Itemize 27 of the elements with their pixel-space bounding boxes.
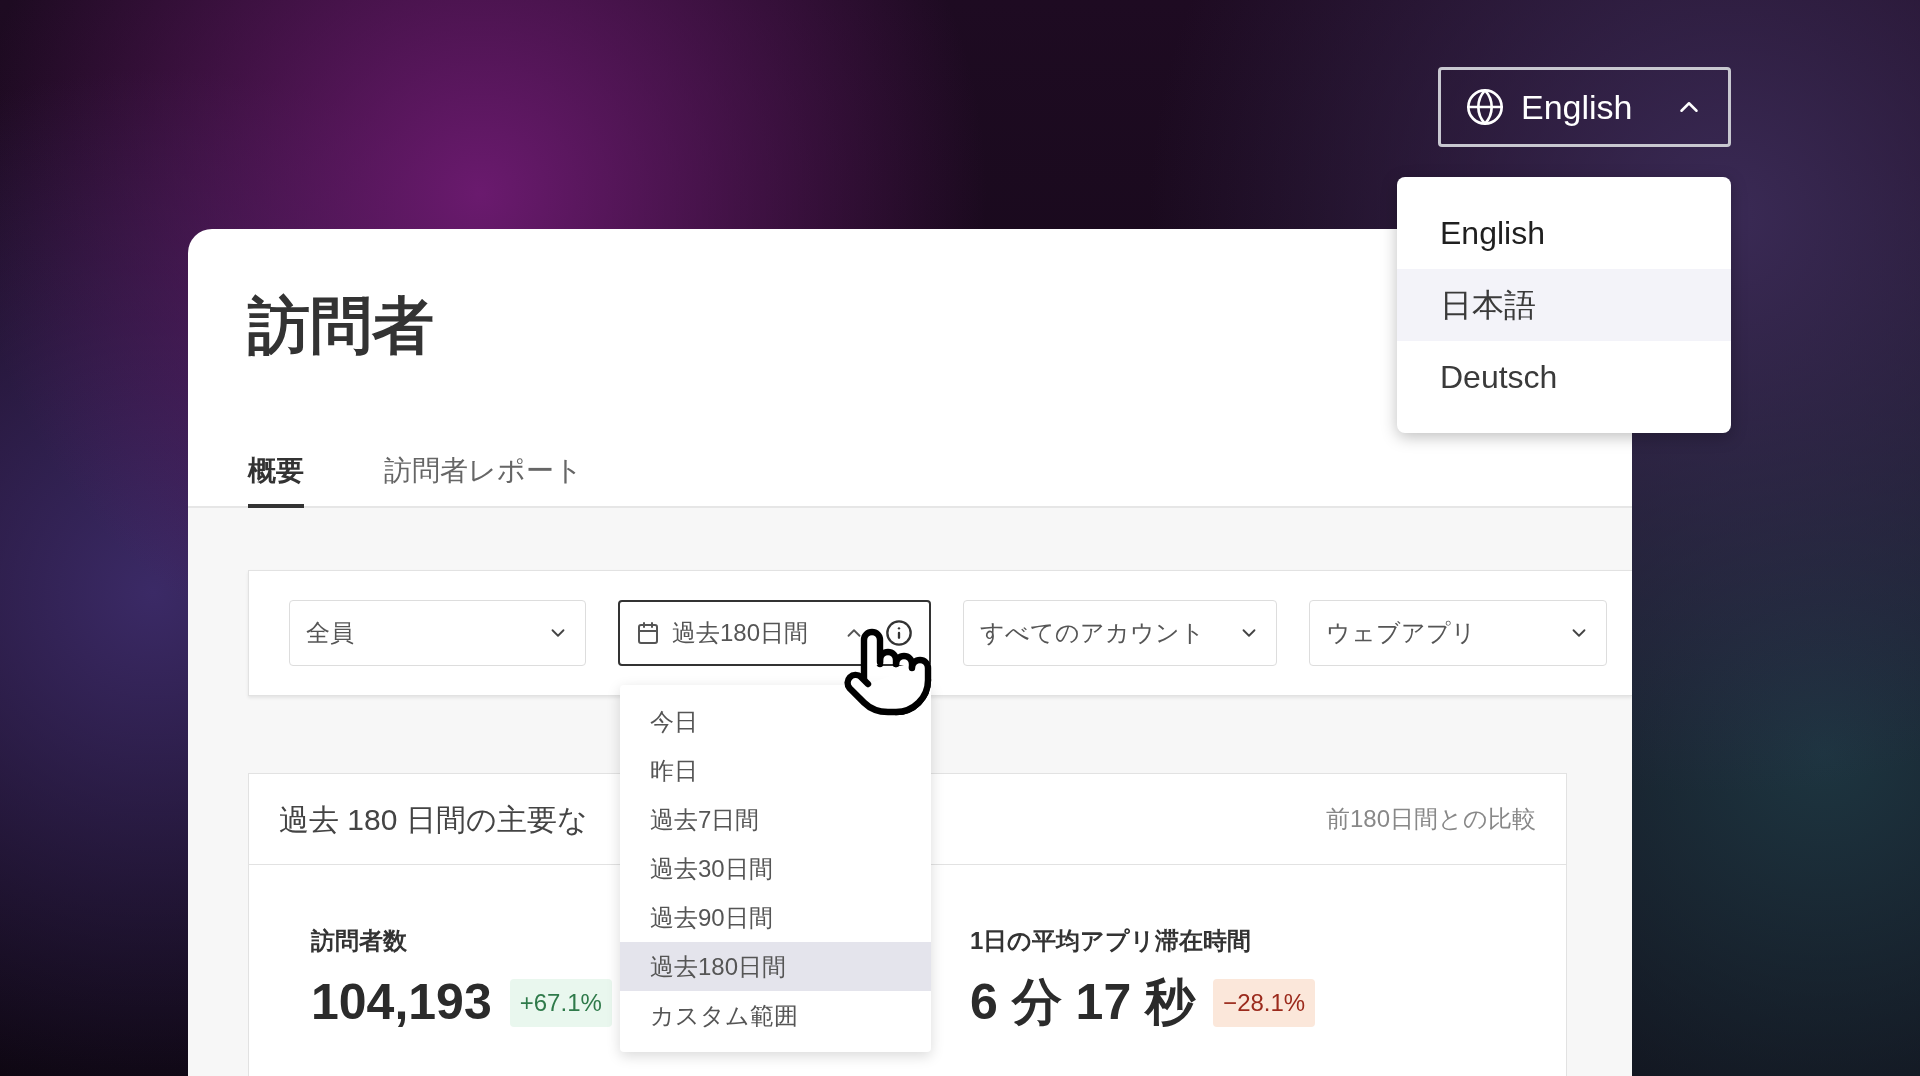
metric-label: 1日の平均アプリ滞在時間: [970, 926, 1253, 956]
menu-item[interactable]: 過去90日間: [620, 893, 931, 942]
change-badge: +67.1%: [509, 978, 612, 1027]
change-badge: −28.1%: [1213, 978, 1316, 1027]
menu-item[interactable]: 過去30日間: [620, 844, 931, 893]
language-select[interactable]: English: [1438, 67, 1731, 147]
metric-value: 6 分 17 秒: [970, 973, 1196, 1032]
menu-item[interactable]: 過去7日間: [620, 795, 931, 844]
page-title: 訪問者: [248, 290, 434, 362]
metrics-title: 過去 180 日間の主要な: [279, 801, 588, 838]
metric-label: 訪問者数: [311, 926, 408, 956]
dropdown-select[interactable]: 全員: [289, 600, 586, 666]
language-option[interactable]: Deutsch: [1397, 341, 1731, 413]
globe-icon: [1465, 87, 1505, 127]
dropdown-select[interactable]: ウェブアプリ: [1309, 600, 1607, 666]
language-option[interactable]: 日本語: [1397, 269, 1731, 341]
menu-item[interactable]: 昨日: [620, 746, 931, 795]
menu-item[interactable]: カスタム範囲: [620, 991, 931, 1040]
menu-item[interactable]: 過去180日間: [620, 942, 931, 991]
menu-item[interactable]: 今日: [620, 697, 931, 746]
comparison-label: 前180日間との比較: [1325, 804, 1536, 834]
info-icon: [885, 619, 913, 647]
tab[interactable]: 訪問者レポート: [384, 450, 583, 508]
calendar-icon: [636, 621, 660, 645]
metric-value: 104,193: [311, 973, 492, 1032]
dropdown-select[interactable]: すべてのアカウント: [963, 600, 1277, 666]
language-option[interactable]: English: [1397, 197, 1731, 269]
